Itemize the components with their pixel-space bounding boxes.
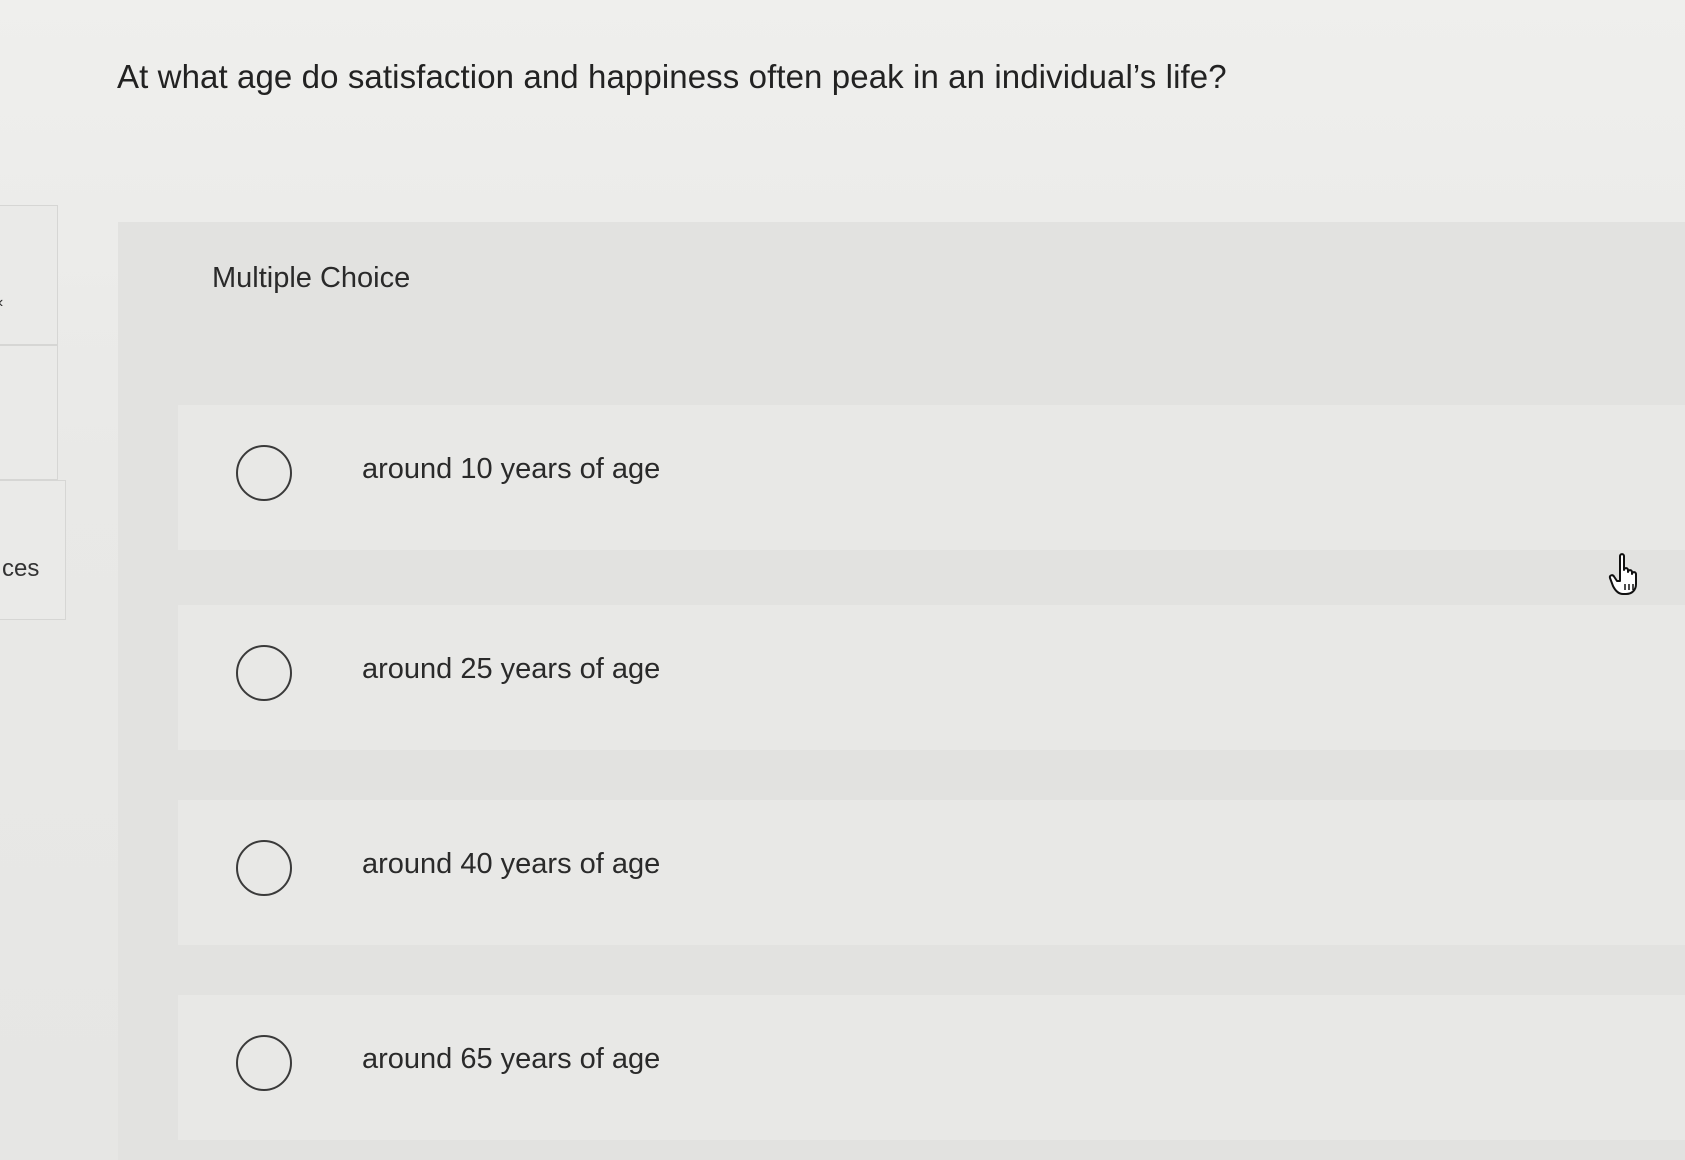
hand-pointer-icon	[1608, 553, 1637, 595]
answer-option-label[interactable]: around 65 years of age	[362, 1043, 660, 1076]
answer-option[interactable]: around 10 years of age	[178, 405, 1685, 550]
question-type-label: Multiple Choice	[212, 262, 411, 294]
sidebar-tab-1[interactable]: ‹	[0, 205, 58, 345]
radio-empty-icon[interactable]	[236, 840, 292, 896]
answer-option-label[interactable]: around 25 years of age	[362, 653, 660, 686]
sidebar-partial-label[interactable]: ces	[2, 555, 39, 583]
radio-empty-icon[interactable]	[236, 645, 292, 701]
radio-empty-icon[interactable]	[236, 445, 292, 501]
sidebar-tab-2[interactable]	[0, 345, 58, 480]
chevron-left-icon[interactable]: ‹	[0, 294, 3, 312]
answer-option[interactable]: around 40 years of age	[178, 800, 1685, 945]
answer-option-label[interactable]: around 40 years of age	[362, 848, 660, 881]
answer-option-label[interactable]: around 10 years of age	[362, 453, 660, 486]
answer-option[interactable]: around 25 years of age	[178, 605, 1685, 750]
radio-empty-icon[interactable]	[236, 1035, 292, 1091]
sidebar-tab-3[interactable]	[0, 480, 66, 620]
left-sidebar: ‹	[0, 205, 66, 620]
question-text: At what age do satisfaction and happines…	[117, 58, 1227, 95]
answer-option[interactable]: around 65 years of age	[178, 995, 1685, 1140]
page: ‹ ces At what age do satisfaction and ha…	[0, 0, 1685, 1160]
